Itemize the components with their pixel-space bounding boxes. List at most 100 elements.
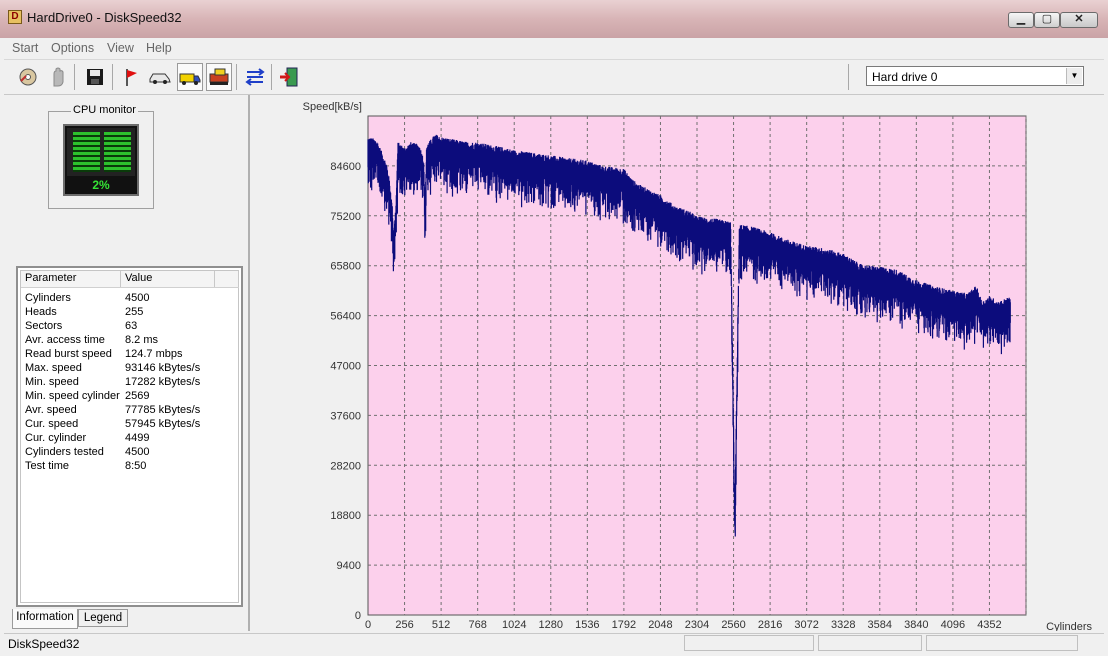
value-cell: 63 bbox=[125, 320, 138, 332]
app-icon[interactable]: D bbox=[8, 10, 22, 24]
value-cell: 77785 kBytes/s bbox=[125, 404, 201, 416]
value-cell: 4500 bbox=[125, 292, 150, 304]
x-tick-label: 1280 bbox=[539, 619, 563, 631]
left-panel: CPU monitor 2% Parameter Value Cylinders… bbox=[6, 95, 244, 631]
toolbar-separator bbox=[271, 64, 272, 90]
cpu-monitor: CPU monitor 2% bbox=[48, 104, 154, 209]
parameter-cell: Avr. access time bbox=[25, 334, 105, 346]
x-tick-label: 3584 bbox=[868, 619, 892, 631]
panel-tabs: Information Legend bbox=[12, 609, 232, 629]
parameter-cell: Cylinders bbox=[25, 292, 71, 304]
x-tick-label: 256 bbox=[395, 619, 413, 631]
cpu-bar bbox=[73, 132, 100, 172]
value-cell: 4499 bbox=[125, 432, 150, 444]
parameter-cell: Cylinders tested bbox=[25, 446, 104, 458]
parameter-cell: Avr. speed bbox=[25, 404, 77, 416]
x-tick-label: 2816 bbox=[758, 619, 782, 631]
truck-icon[interactable] bbox=[177, 63, 203, 91]
table-row: Avr. access time 8.2 ms bbox=[21, 333, 239, 347]
y-tick-label: 9400 bbox=[337, 560, 361, 572]
tab-legend[interactable]: Legend bbox=[78, 609, 128, 627]
hand-stop-icon[interactable] bbox=[45, 63, 71, 91]
status-text: DiskSpeed32 bbox=[8, 637, 80, 651]
info-table-header: Parameter Value bbox=[21, 271, 239, 288]
toolbar-separator bbox=[74, 64, 75, 90]
parameter-cell: Read burst speed bbox=[25, 348, 112, 360]
save-disk-icon[interactable] bbox=[82, 63, 108, 91]
menu-options[interactable]: Options bbox=[51, 41, 94, 55]
table-row: Cur. cylinder 4499 bbox=[21, 431, 239, 445]
exit-door-icon[interactable] bbox=[276, 63, 302, 91]
table-row: Heads 255 bbox=[21, 305, 239, 319]
y-tick-label: 75200 bbox=[330, 211, 361, 223]
value-cell: 57945 kBytes/s bbox=[125, 418, 201, 430]
cpu-screen: 2% bbox=[63, 124, 139, 196]
x-tick-label: 2304 bbox=[685, 619, 709, 631]
y-tick-label: 18800 bbox=[330, 510, 361, 522]
car-icon[interactable] bbox=[147, 63, 173, 91]
app-window: D HardDrive0 - DiskSpeed32 ▁ ▢ ✕ Start O… bbox=[0, 0, 1108, 656]
red-flag-icon[interactable] bbox=[119, 63, 145, 91]
cd-scan-icon[interactable] bbox=[15, 63, 41, 91]
table-row: Cylinders 4500 bbox=[21, 291, 239, 305]
value-cell: 255 bbox=[125, 306, 144, 318]
title-bar[interactable]: D HardDrive0 - DiskSpeed32 ▁ ▢ ✕ bbox=[0, 0, 1108, 38]
toolbar-separator bbox=[236, 64, 237, 90]
minimize-button[interactable]: ▁ bbox=[1008, 12, 1034, 28]
table-row: Cur. speed 57945 kBytes/s bbox=[21, 417, 239, 431]
parameter-cell: Cur. cylinder bbox=[25, 432, 87, 444]
x-tick-label: 4096 bbox=[941, 619, 965, 631]
menu-help[interactable]: Help bbox=[146, 41, 172, 55]
x-tick-label: 3072 bbox=[794, 619, 818, 631]
value-cell: 93146 kBytes/s bbox=[125, 362, 201, 374]
menu-view[interactable]: View bbox=[107, 41, 134, 55]
menu-bar: Start Options View Help bbox=[4, 38, 1104, 60]
y-tick-label: 0 bbox=[355, 610, 361, 622]
y-tick-label: 84600 bbox=[330, 161, 361, 173]
speed-chart: 0 256 512 768 1024 1280 1536 1792 2048 2304 2560 28… bbox=[303, 101, 1093, 633]
x-tick-label: 2560 bbox=[721, 619, 745, 631]
cpu-monitor-title: CPU monitor bbox=[71, 104, 138, 116]
parameter-cell: Max. speed bbox=[25, 362, 82, 374]
train-icon[interactable] bbox=[206, 63, 232, 91]
x-axis-label: Cylinders bbox=[1046, 621, 1092, 631]
column-header-spacer bbox=[215, 271, 239, 287]
x-tick-label: 3840 bbox=[904, 619, 928, 631]
chevron-down-icon[interactable]: ▼ bbox=[1066, 68, 1082, 84]
parameter-cell: Heads bbox=[25, 306, 57, 318]
close-button[interactable]: ✕ bbox=[1060, 12, 1098, 28]
cpu-bar bbox=[104, 132, 131, 172]
chart-panel: 0 256 512 768 1024 1280 1536 1792 2048 2304 2560 28… bbox=[248, 95, 1104, 633]
value-cell: 2569 bbox=[125, 390, 150, 402]
x-tick-label: 1024 bbox=[502, 619, 526, 631]
x-tick-label: 2048 bbox=[648, 619, 672, 631]
status-segment bbox=[818, 635, 922, 651]
cpu-value: 2% bbox=[92, 178, 110, 192]
y-tick-label: 65800 bbox=[330, 261, 361, 273]
table-row: Max. speed 93146 kBytes/s bbox=[21, 361, 239, 375]
blue-arrows-icon[interactable] bbox=[242, 63, 268, 91]
tab-information[interactable]: Information bbox=[12, 609, 78, 629]
parameter-cell: Cur. speed bbox=[25, 418, 79, 430]
table-row: Min. speed cylinder 2569 bbox=[21, 389, 239, 403]
table-row: Cylinders tested 4500 bbox=[21, 445, 239, 459]
menu-start[interactable]: Start bbox=[12, 41, 38, 55]
value-cell: 124.7 mbps bbox=[125, 348, 183, 360]
drive-select[interactable]: Hard drive 0 ▼ bbox=[866, 66, 1084, 86]
parameter-cell: Min. speed bbox=[25, 376, 79, 388]
info-table: Parameter Value Cylinders 4500 Heads 255 Sec… bbox=[20, 270, 239, 603]
y-tick-label: 56400 bbox=[330, 311, 361, 323]
table-row: Test time 8:50 bbox=[21, 459, 239, 473]
parameter-cell: Min. speed cylinder bbox=[25, 390, 120, 402]
table-row: Sectors 63 bbox=[21, 319, 239, 333]
x-tick-label: 0 bbox=[365, 619, 371, 631]
y-tick-label: 28200 bbox=[330, 460, 361, 472]
status-segment bbox=[926, 635, 1078, 651]
maximize-button[interactable]: ▢ bbox=[1034, 12, 1060, 28]
drive-select-value: Hard drive 0 bbox=[872, 70, 938, 84]
value-cell: 4500 bbox=[125, 446, 150, 458]
column-header-parameter[interactable]: Parameter bbox=[21, 271, 121, 287]
column-header-value[interactable]: Value bbox=[121, 271, 215, 287]
status-bar: DiskSpeed32 bbox=[4, 633, 1104, 654]
value-cell: 17282 kBytes/s bbox=[125, 376, 201, 388]
